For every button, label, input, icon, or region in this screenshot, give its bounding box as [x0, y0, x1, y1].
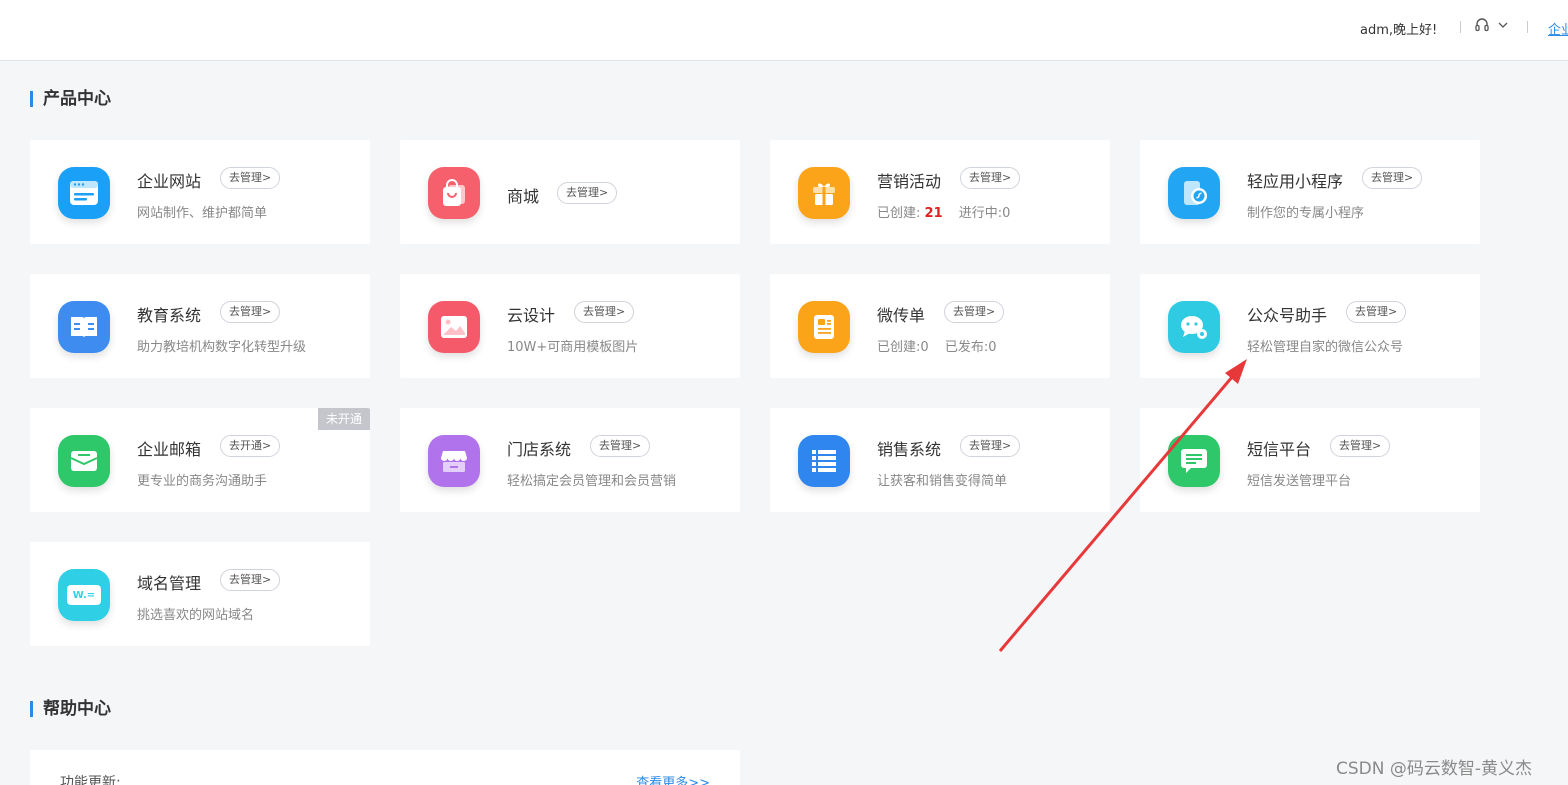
not-activated-ribbon: 未开通 — [318, 408, 370, 430]
gift-icon — [798, 167, 850, 219]
product-desc: 轻松管理自家的微信公众号 — [1247, 340, 1404, 355]
product-desc: 10W+可商用模板图片 — [507, 340, 639, 355]
help-center-title: 帮助中心 — [30, 699, 111, 719]
sms-icon — [1168, 435, 1220, 487]
product-name: 轻应用小程序 — [1247, 172, 1344, 191]
mini-program-icon — [1168, 167, 1220, 219]
stat-value: 0 — [988, 340, 997, 355]
store-icon — [428, 435, 480, 487]
product-name: 营销活动 — [877, 172, 942, 191]
user-greeting: adm,晚上好! — [1360, 23, 1438, 38]
website-icon — [58, 167, 110, 219]
product-card-marketing[interactable]: 营销活动 去管理> 已创建: 21 进行中:0 — [770, 140, 1110, 244]
product-desc: 让获客和销售变得简单 — [877, 474, 1008, 489]
wechat-icon — [1168, 301, 1220, 353]
product-name: 销售系统 — [877, 440, 942, 459]
product-card-official-account[interactable]: 公众号助手 去管理> 轻松管理自家的微信公众号 — [1140, 274, 1480, 378]
product-card-cloud-design[interactable]: 云设计 去管理> 10W+可商用模板图片 — [400, 274, 740, 378]
stat-label: 进行中: — [958, 206, 1003, 221]
image-icon — [428, 301, 480, 353]
product-name: 教育系统 — [137, 306, 202, 325]
product-card-website[interactable]: 企业网站 去管理> 网站制作、维护都简单 — [30, 140, 370, 244]
flyer-icon — [798, 301, 850, 353]
product-name: 企业邮箱 — [137, 440, 202, 459]
watermark: CSDN @码云数智-黄义杰 — [1336, 759, 1533, 779]
stat-label: 已创建: — [877, 340, 921, 355]
manage-button[interactable]: 去管理> — [590, 435, 651, 457]
mail-icon — [58, 435, 110, 487]
manage-button[interactable]: 去管理> — [220, 301, 281, 323]
product-name: 云设计 — [507, 306, 556, 325]
product-card-sms[interactable]: 短信平台 去管理> 短信发送管理平台 — [1140, 408, 1480, 512]
manage-button[interactable]: 去管理> — [1346, 301, 1407, 323]
product-desc: 挑选喜欢的网站域名 — [137, 608, 255, 623]
product-desc: 短信发送管理平台 — [1247, 474, 1352, 489]
manage-button[interactable]: 去管理> — [1330, 435, 1391, 457]
product-card-flyer[interactable]: 微传单 去管理> 已创建:0 已发布:0 — [770, 274, 1110, 378]
shopping-bag-icon — [428, 167, 480, 219]
product-card-mini-program[interactable]: 轻应用小程序 去管理> 制作您的专属小程序 — [1140, 140, 1480, 244]
product-name: 企业网站 — [137, 172, 202, 191]
product-name: 商城 — [507, 187, 540, 206]
product-name: 短信平台 — [1247, 440, 1312, 459]
product-card-education[interactable]: 教育系统 去管理> 助力教培机构数字化转型升级 — [30, 274, 370, 378]
product-card-domain[interactable]: W.= 域名管理 去管理> 挑选喜欢的网站域名 — [30, 542, 370, 646]
feature-update-label: 功能更新: — [60, 775, 121, 785]
list-icon — [798, 435, 850, 487]
product-card-mall[interactable]: 商城 去管理> — [400, 140, 740, 244]
product-card-enterprise-mail[interactable]: 未开通 企业邮箱 去开通> 更专业的商务沟通助手 — [30, 408, 370, 512]
manage-button[interactable]: 去管理> — [944, 301, 1005, 323]
manage-button[interactable]: 去管理> — [557, 182, 618, 204]
top-bar: adm,晚上好! 企业 — [0, 0, 1568, 61]
product-name: 门店系统 — [507, 440, 572, 459]
manage-button[interactable]: 去管理> — [1362, 167, 1423, 189]
manage-button[interactable]: 去管理> — [960, 167, 1021, 189]
divider — [1527, 21, 1528, 33]
chevron-down-icon[interactable] — [1497, 20, 1509, 30]
product-stats: 已创建: 21 进行中:0 — [877, 202, 1010, 221]
product-desc: 助力教培机构数字化转型升级 — [137, 340, 307, 355]
manage-button[interactable]: 去管理> — [960, 435, 1021, 457]
product-desc: 轻松搞定会员管理和会员营销 — [507, 474, 677, 489]
stat-value: 21 — [924, 206, 943, 221]
product-name: 公众号助手 — [1247, 306, 1328, 325]
stat-label: 已发布: — [944, 340, 989, 355]
manage-button[interactable]: 去管理> — [220, 167, 281, 189]
enterprise-link[interactable]: 企业 — [1548, 19, 1568, 38]
help-center-card: 功能更新: 查看更多>> — [30, 750, 740, 785]
product-desc: 网站制作、维护都简单 — [137, 206, 268, 221]
product-card-sales[interactable]: 销售系统 去管理> 让获客和销售变得简单 — [770, 408, 1110, 512]
manage-button[interactable]: 去管理> — [220, 569, 281, 591]
book-icon — [58, 301, 110, 353]
divider — [1460, 21, 1461, 33]
stat-value: 0 — [1002, 206, 1011, 221]
product-center-title: 产品中心 — [30, 89, 111, 109]
product-card-store[interactable]: 门店系统 去管理> 轻松搞定会员管理和会员营销 — [400, 408, 740, 512]
headset-icon[interactable] — [1474, 17, 1490, 33]
domain-icon: W.= — [58, 569, 110, 621]
stat-value: 0 — [920, 340, 929, 355]
product-name: 微传单 — [877, 306, 926, 325]
activate-button[interactable]: 去开通> — [220, 435, 281, 457]
domain-icon-text: W.= — [67, 585, 101, 605]
product-desc: 制作您的专属小程序 — [1247, 206, 1365, 221]
view-more-link[interactable]: 查看更多>> — [636, 772, 710, 785]
product-desc: 更专业的商务沟通助手 — [137, 474, 268, 489]
annotation-arrow — [998, 359, 1247, 652]
product-name: 域名管理 — [137, 574, 202, 593]
stat-label: 已创建: — [877, 206, 921, 221]
product-stats: 已创建:0 已发布:0 — [877, 336, 996, 355]
manage-button[interactable]: 去管理> — [574, 301, 635, 323]
